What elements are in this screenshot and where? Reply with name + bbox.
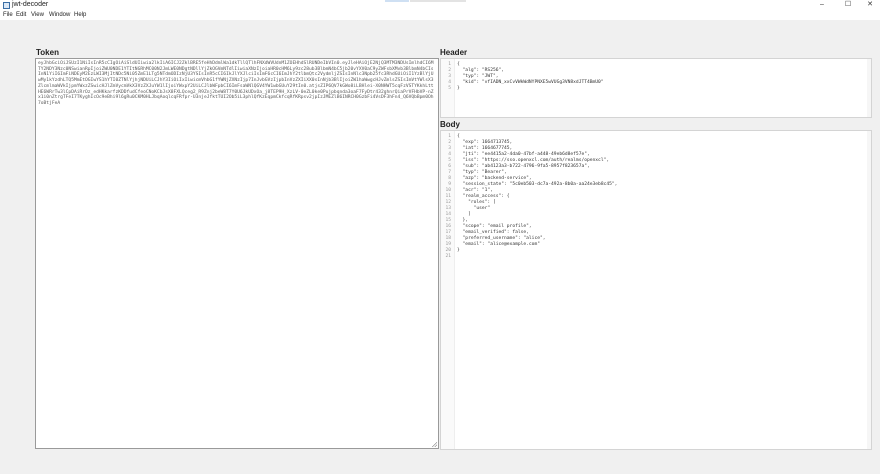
minimize-button[interactable]: – <box>812 0 832 10</box>
line-number: 5 <box>448 86 451 91</box>
body-label: Body <box>440 120 460 129</box>
header-json-viewer[interactable]: 1{2 "alg": "RS256", 3 "typ": "JWT", 4 "kid… <box>440 58 872 118</box>
window-title: jwt-decoder <box>12 1 49 8</box>
body-json-lines: 1{2 "exp": 1664713745, 3 "iat": 166467774… <box>441 134 867 260</box>
menu-view[interactable]: View <box>31 10 44 20</box>
title-bar-accent <box>385 0 409 2</box>
maximize-button[interactable]: ☐ <box>838 0 858 10</box>
header-json-lines: 1{2 "alg": "RS256", 3 "typ": "JWT", 4 "kid… <box>441 62 867 92</box>
token-text: eyJhbGciOiJSUzI1NiIsInR5cCIgOiAiSldUIiwi… <box>38 61 434 106</box>
header-scrollbar[interactable] <box>867 59 871 117</box>
body-json-line: 21 <box>441 254 867 260</box>
app-icon <box>3 2 10 9</box>
title-bar-accent-secondary <box>410 0 466 2</box>
menu-edit[interactable]: Edit <box>16 10 26 20</box>
menu-bar: File Edit View Window Help <box>0 10 880 20</box>
header-json-line: 5} <box>441 86 867 92</box>
menu-file[interactable]: File <box>3 10 13 20</box>
token-label: Token <box>36 48 59 57</box>
body-scrollbar[interactable] <box>867 131 871 449</box>
close-button[interactable]: ✕ <box>860 0 880 10</box>
title-bar: jwt-decoder – ☐ ✕ <box>0 0 880 10</box>
line-content: } <box>457 86 460 91</box>
line-number: 21 <box>445 254 451 259</box>
header-label: Header <box>440 48 468 57</box>
body-json-viewer[interactable]: 1{2 "exp": 1664713745, 3 "iat": 166467774… <box>440 130 872 450</box>
menu-window[interactable]: Window <box>49 10 70 20</box>
menu-help[interactable]: Help <box>74 10 86 20</box>
token-input[interactable]: eyJhbGciOiJSUzI1NiIsInR5cCIgOiAiSldUIiwi… <box>35 58 439 449</box>
resize-grip[interactable] <box>432 442 437 447</box>
